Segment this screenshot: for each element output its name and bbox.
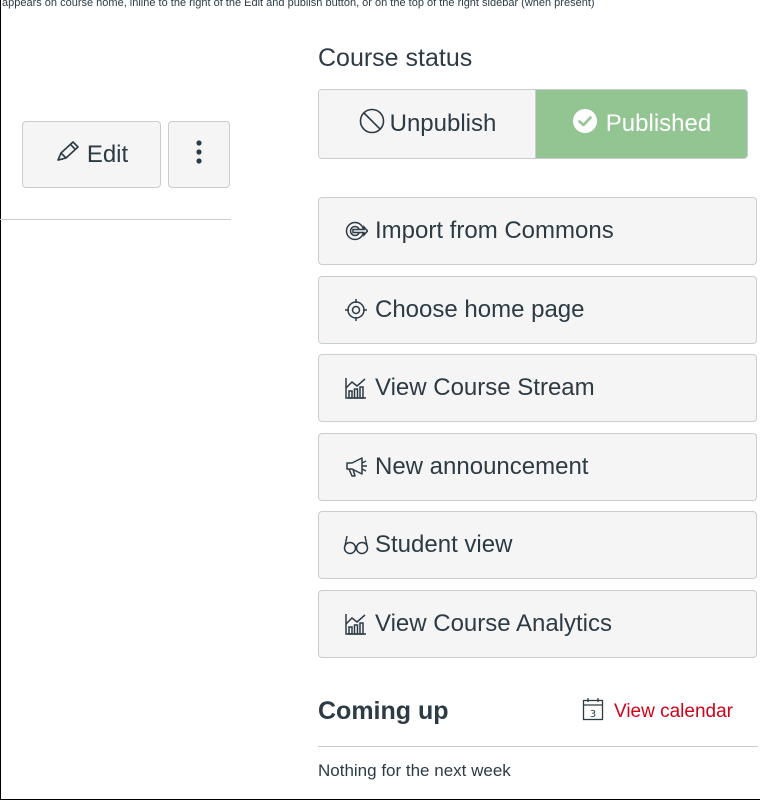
import-from-commons-button[interactable]: Import from Commons — [318, 197, 757, 265]
course-status-toggle: Unpublish Published — [318, 89, 748, 159]
published-label: Published — [605, 110, 712, 137]
unpublish-button[interactable]: Unpublish — [319, 90, 536, 158]
action-label: Import from Commons — [375, 217, 614, 244]
edit-button[interactable]: Edit — [22, 121, 161, 188]
view-course-analytics-button[interactable]: View Course Analytics — [318, 590, 757, 658]
pencil-icon — [55, 139, 81, 170]
choose-home-page-button[interactable]: Choose home page — [318, 276, 757, 344]
published-button[interactable]: Published — [536, 90, 747, 158]
header-divider — [0, 219, 231, 220]
more-options-button[interactable] — [168, 121, 230, 188]
analytics-icon — [343, 611, 369, 637]
action-label: Choose home page — [375, 296, 585, 323]
course-status-heading: Course status — [318, 44, 473, 72]
unpublish-label: Unpublish — [389, 110, 497, 137]
caption-text: appears on course home, inline to the ri… — [2, 0, 595, 9]
view-course-stream-button[interactable]: View Course Stream — [318, 354, 757, 422]
kebab-icon — [195, 139, 203, 170]
check-circle-icon — [572, 108, 598, 141]
megaphone-icon — [343, 454, 369, 480]
prohibited-icon — [358, 107, 386, 142]
analytics-icon — [343, 375, 369, 401]
svg-text:3: 3 — [590, 709, 596, 720]
view-calendar-label: View calendar — [614, 701, 734, 722]
coming-up-heading: Coming up — [318, 697, 449, 725]
action-label: Student view — [375, 531, 513, 558]
commons-icon — [343, 218, 369, 244]
empty-upcoming-text: Nothing for the next week — [318, 761, 511, 780]
new-announcement-button[interactable]: New announcement — [318, 433, 757, 501]
action-label: New announcement — [375, 453, 589, 480]
edit-button-label: Edit — [86, 140, 129, 168]
action-label: View Course Stream — [375, 374, 595, 401]
view-calendar-link[interactable]: 3 View calendar — [582, 697, 733, 727]
student-view-button[interactable]: Student view — [318, 511, 757, 579]
glasses-icon — [343, 532, 369, 558]
calendar-icon: 3 — [582, 697, 604, 727]
coming-up-divider — [318, 746, 758, 747]
action-label: View Course Analytics — [375, 610, 612, 637]
target-icon — [343, 297, 369, 323]
